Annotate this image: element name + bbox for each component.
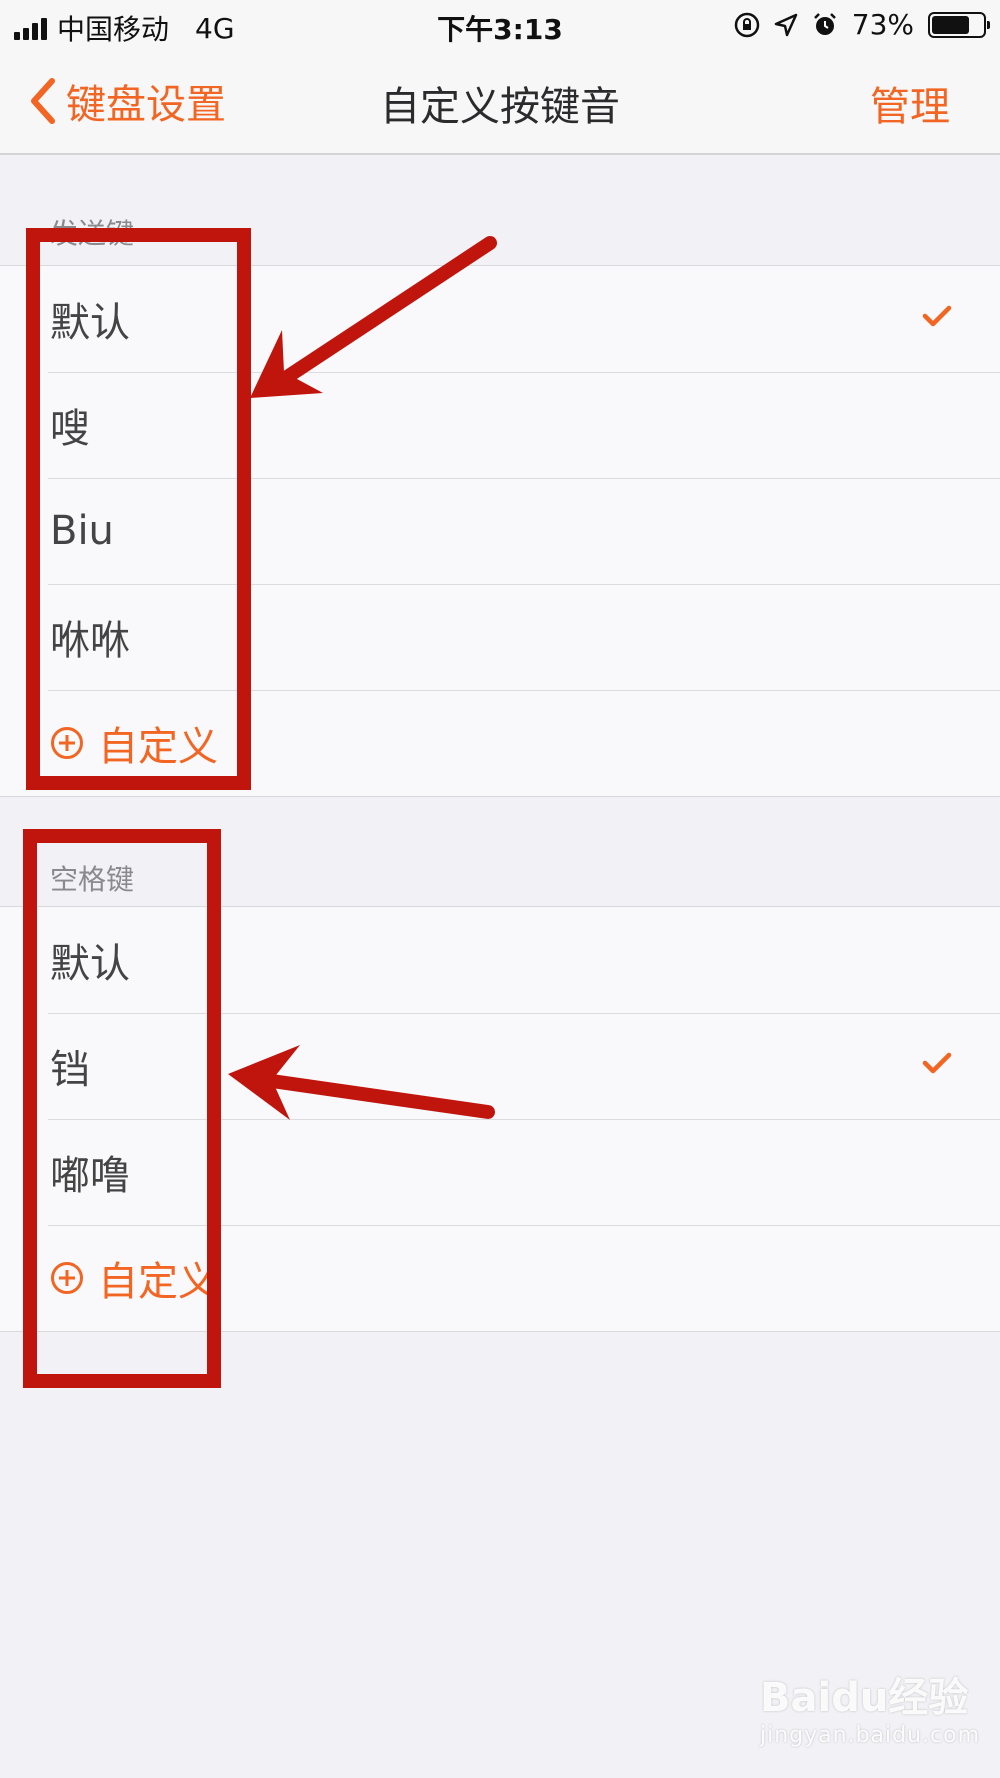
rotation-lock-icon	[734, 12, 760, 37]
battery-icon	[928, 11, 990, 38]
watermark-url: jingyan.baidu.com	[760, 1723, 981, 1748]
annotation-box-send-key	[26, 228, 251, 790]
battery-fill	[932, 15, 969, 34]
battery-percent: 73%	[851, 8, 914, 41]
checkmark-icon	[922, 1052, 952, 1074]
navigation-bar: 键盘设置 自定义按键音 管理	[0, 50, 1000, 155]
watermark-brand: Baidu经验	[760, 1675, 969, 1721]
location-icon	[774, 13, 798, 36]
status-bar: 中国移动 4G 下午3:13 73%	[0, 0, 1000, 50]
checkmark-icon	[922, 305, 952, 327]
manage-button[interactable]: 管理	[870, 74, 950, 132]
annotation-box-space-key	[23, 829, 221, 1388]
alarm-icon	[813, 12, 836, 35]
status-right: 73%	[734, 8, 990, 41]
baidu-watermark: Baidu经验 jingyan.baidu.com	[760, 1665, 980, 1748]
page-title: 自定义按键音	[380, 84, 620, 130]
